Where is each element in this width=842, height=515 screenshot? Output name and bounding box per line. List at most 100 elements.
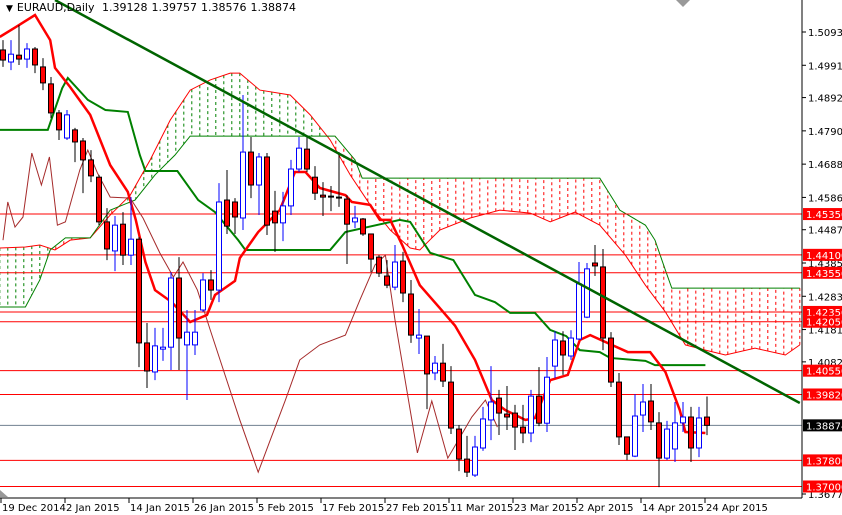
bear-candle-body (408, 293, 414, 336)
bull-candle-body (280, 205, 286, 224)
bear-candle-body (328, 195, 334, 198)
bull-candle-body (192, 331, 198, 346)
bear-candle-body (704, 416, 710, 426)
date-tick-label: 2 Apr 2015 (578, 503, 633, 514)
bear-candle-body (208, 279, 214, 291)
bull-candle-body (128, 238, 134, 256)
date-tick-label: 26 Jan 2015 (194, 503, 254, 514)
bull-candle-body (392, 261, 398, 288)
bear-candle-body (224, 199, 230, 227)
bull-candle-body (576, 283, 582, 340)
bull-candle-body (416, 334, 422, 339)
level-price-label: 1.37800 (806, 456, 842, 467)
bull-candle-body (632, 415, 638, 457)
candle (616, 372, 622, 446)
price-tick-label: 1.50930 (808, 28, 842, 39)
bear-candle-body (400, 260, 406, 294)
bear-candle-body (48, 83, 54, 114)
bear-candle-body (120, 223, 126, 256)
candle (264, 153, 270, 235)
bear-candle-body (520, 426, 526, 434)
level-price-label: 1.39820 (806, 390, 842, 401)
bear-candle-body (688, 416, 694, 449)
bull-candle-body (528, 395, 534, 434)
level-price-label: 1.44100 (806, 251, 842, 262)
bear-candle-body (504, 413, 510, 418)
bear-candle-body (320, 194, 326, 198)
bear-candle-body (384, 275, 390, 286)
date-tick-label: 23 Mar 2015 (514, 503, 577, 514)
level-price-label: 1.43550 (806, 269, 842, 280)
bear-candle-body (136, 238, 142, 344)
bear-candle-body (248, 151, 254, 186)
bear-candle-body (312, 176, 318, 194)
bear-candle-body (336, 196, 342, 199)
price-axis: 1.50930 1.49910 1.48920 1.47900 1.46880 1.458… (802, 28, 842, 501)
bull-candle-body (8, 53, 14, 63)
bull-candle-body (152, 345, 158, 373)
date-tick-label: 17 Feb 2015 (322, 503, 384, 514)
price-chart[interactable]: 1.50930 1.49910 1.48920 1.47900 1.46880 1.458… (0, 0, 842, 515)
date-tick-label: 24 Apr 2015 (706, 503, 768, 514)
bull-candle-body (640, 401, 646, 416)
bear-candle-body (560, 340, 566, 356)
date-tick-label: 14 Jan 2015 (130, 503, 190, 514)
bear-candle-body (608, 337, 614, 383)
bear-candle-body (512, 412, 518, 428)
bull-candle-body (584, 268, 590, 318)
bear-candle-body (600, 266, 606, 339)
price-tick-label: 1.47900 (808, 127, 842, 138)
current-price-label: 1.38874 (806, 421, 842, 432)
ohlc-low: 1.38576 (201, 1, 247, 14)
bear-candle-body (344, 198, 350, 225)
bull-candle-body (64, 114, 70, 139)
bull-candle-body (216, 201, 222, 291)
bull-candle-body (672, 422, 678, 450)
triangle-down-icon[interactable]: ▼ (6, 4, 13, 14)
bear-candle-body (424, 335, 430, 375)
bear-candle-body (496, 397, 502, 414)
bear-candle-body (448, 381, 454, 429)
bull-candle-body (240, 151, 246, 219)
level-price-label: 1.37000 (806, 482, 842, 493)
price-tick-label: 1.49910 (808, 61, 842, 72)
candle (584, 263, 590, 319)
bear-candle-body (592, 262, 598, 267)
bull-candle-body (352, 217, 358, 223)
chart-window[interactable]: 1.50930 1.49910 1.48920 1.47900 1.46880 1.458… (0, 0, 842, 515)
bear-candle-body (0, 49, 6, 61)
candle (96, 174, 102, 226)
bull-candle-body (432, 362, 438, 374)
bull-candle-body (680, 416, 686, 424)
candle (360, 217, 366, 236)
price-tick-label: 1.46880 (808, 160, 842, 171)
bear-candle-body (104, 221, 110, 250)
date-tick-label: 5 Feb 2015 (258, 503, 314, 514)
time-axis: 19 Dec 2014 2 Jan 2015 14 Jan 2015 26 Jan 2… (0, 498, 768, 514)
bear-candle-body (144, 342, 150, 372)
date-tick-label: 11 Mar 2015 (450, 503, 513, 514)
ohlc-close: 1.38874 (250, 1, 297, 14)
price-tick-label: 1.48920 (808, 94, 842, 105)
bull-candle-body (184, 331, 190, 346)
bull-candle-body (256, 156, 262, 186)
bear-candle-body (648, 400, 654, 423)
bear-candle-body (304, 148, 310, 170)
bear-candle-body (624, 436, 630, 455)
bull-candle-body (112, 224, 118, 252)
bull-candle-body (296, 147, 302, 170)
price-tick-label: 1.42830 (808, 292, 842, 303)
bear-candle-body (656, 422, 662, 459)
candle (64, 109, 70, 140)
level-price-label: 1.42050 (806, 318, 842, 329)
bear-candle-body (616, 381, 622, 438)
bull-candle-body (168, 277, 174, 348)
chart-header: ▼ EURAUD,Daily 1.39128 1.39757 1.38576 1.388… (6, 1, 300, 14)
bull-candle-body (664, 428, 670, 459)
bear-candle-body (16, 54, 22, 60)
ohlc-open: 1.39128 (102, 1, 148, 14)
bear-candle-body (176, 277, 182, 339)
bear-candle-body (272, 210, 278, 224)
bull-candle-body (696, 417, 702, 449)
symbol-timeframe: EURAUD,Daily (16, 1, 95, 14)
